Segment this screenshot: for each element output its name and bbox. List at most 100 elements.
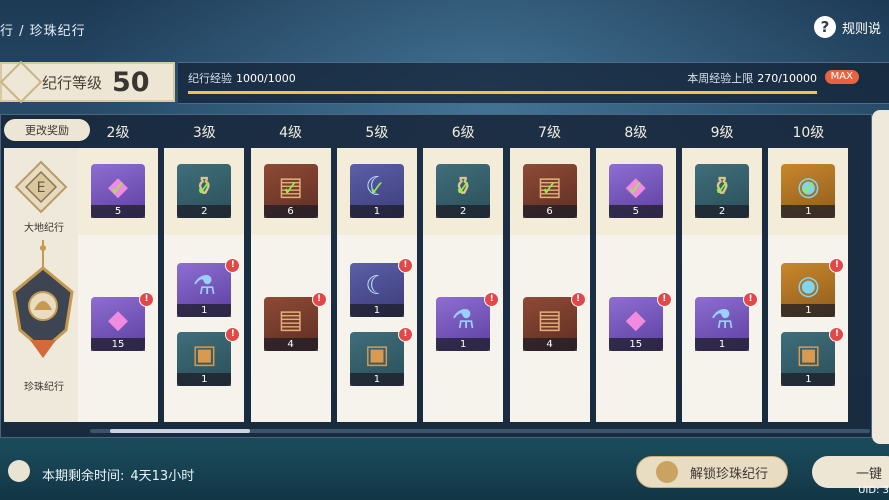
moon-reward-item[interactable]: ☾ ✓ 1	[349, 164, 404, 218]
book-icon: ▤	[537, 305, 562, 335]
claimed-check-icon: ✓	[541, 175, 558, 200]
claimed-check-icon: ✓	[282, 175, 299, 200]
potion-icon: ⚗	[710, 305, 734, 335]
reward-count: 2	[695, 205, 750, 218]
crystal-reward-item[interactable]: ◆ ✓ 5	[91, 164, 145, 218]
book-reward-item[interactable]: ▤ ✓ 6	[522, 164, 577, 218]
claimed-check-icon: ✓	[195, 175, 213, 200]
orb-reward-item[interactable]: ◉ ✓ 1	[781, 164, 836, 218]
new-badge-icon: !	[397, 258, 413, 273]
horizontal-scrollbar-thumb[interactable]	[110, 429, 250, 433]
reward-count: 1	[349, 373, 404, 386]
chest-reward-item[interactable]: ▣ 1	[349, 332, 404, 386]
earth-track-emblem-icon: E	[14, 160, 68, 214]
reward-count: 2	[436, 205, 491, 218]
remaining-time: 本期剩余时间: 4天13小时	[42, 469, 195, 484]
hourglass-icon	[8, 460, 30, 482]
level-emblem-icon	[0, 60, 43, 104]
reward-count: 5	[91, 205, 145, 218]
level-header: 7级	[538, 125, 561, 141]
book-reward-item[interactable]: ▤ 4	[522, 297, 577, 351]
book-icon: ▤	[278, 305, 303, 335]
bottle-reward-item[interactable]: ⚱ ✓ 2	[695, 164, 750, 218]
potion-icon: ⚗	[192, 271, 216, 301]
potion-reward-item[interactable]: ⚗ 1	[695, 297, 750, 351]
crystal-reward-item[interactable]: ◆ 15	[608, 297, 663, 351]
orb-reward-item[interactable]: ◉ 1	[781, 263, 836, 317]
potion-icon: ⚗	[451, 305, 475, 335]
reward-count: 6	[263, 205, 318, 218]
reward-count: 1	[695, 338, 750, 351]
reward-count: 1	[349, 205, 404, 218]
potion-reward-item[interactable]: ⚗ 1	[436, 297, 491, 351]
chest-icon: ▣	[364, 340, 390, 370]
reward-count: 15	[91, 338, 145, 351]
weekly-cap-value: 270/10000	[757, 72, 817, 85]
pass-level-box: 纪行等级 50	[0, 60, 175, 104]
new-badge-icon: !	[311, 292, 327, 307]
breadcrumb: 行 / 珍珠纪行	[0, 24, 86, 39]
claim-all-label: 一键	[856, 466, 883, 482]
track-name-pearl: 珍珠纪行	[24, 382, 64, 393]
potion-reward-item[interactable]: ⚗ 1	[177, 263, 232, 317]
level-value: 50	[112, 66, 150, 98]
crystal-icon: ◆	[108, 305, 128, 335]
level-header: 10级	[792, 125, 825, 141]
level-header: 5级	[365, 125, 389, 141]
moon-icon: ☾	[365, 271, 389, 301]
claim-all-button[interactable]: 一键	[812, 456, 889, 488]
new-badge-icon: !	[139, 292, 154, 307]
new-badge-icon: !	[397, 327, 413, 342]
reward-count: 1	[349, 304, 404, 317]
remaining-time-value: 4天13小时	[130, 469, 195, 484]
level-header: 3级	[192, 125, 216, 141]
right-edge-panel	[872, 110, 889, 444]
reward-count: 1	[177, 373, 232, 386]
reward-count: 2	[177, 205, 232, 218]
new-badge-icon: !	[570, 292, 586, 307]
level-header: 9级	[710, 125, 734, 141]
chest-reward-item[interactable]: ▣ 1	[781, 332, 836, 386]
exp-bar: 纪行经验 1000/1000 本周经验上限 270/10000 MAX	[178, 62, 889, 104]
unlock-pearl-pass-button[interactable]: 解锁珍珠纪行	[636, 456, 788, 488]
pearl-emblem-icon	[655, 461, 678, 483]
top-bar: 行 / 珍珠纪行 ? 规则说	[0, 0, 889, 56]
exp-progress-track	[188, 91, 817, 94]
claimed-check-icon: ✓	[627, 175, 645, 200]
claimed-check-icon: ✓	[109, 175, 127, 200]
chest-reward-item[interactable]: ▣ 1	[177, 332, 232, 386]
claimed-check-icon: ✓	[800, 175, 817, 200]
new-badge-icon: !	[743, 292, 759, 307]
exp-progress-fill	[188, 91, 817, 94]
reward-count: 1	[781, 304, 836, 317]
help-label: 规则说	[841, 21, 881, 37]
orb-icon: ◉	[797, 271, 820, 301]
reward-count: 5	[608, 205, 663, 218]
reward-count: 1	[177, 304, 232, 317]
question-icon: ?	[813, 16, 836, 38]
reward-count: 1	[781, 373, 836, 386]
moon-reward-item[interactable]: ☾ 1	[349, 263, 404, 317]
crystal-reward-item[interactable]: ◆ 15	[91, 297, 145, 351]
weekly-cap-label: 本周经验上限 270/10000	[687, 72, 817, 85]
chest-icon: ▣	[192, 340, 217, 370]
crystal-reward-item[interactable]: ◆ ✓ 5	[608, 164, 663, 218]
book-reward-item[interactable]: ▤ 4	[263, 297, 318, 351]
exp-label: 纪行经验 1000/1000	[188, 72, 296, 85]
bottle-reward-item[interactable]: ⚱ ✓ 2	[177, 164, 232, 218]
level-label: 纪行等级	[42, 73, 103, 92]
bottle-reward-item[interactable]: ⚱ ✓ 2	[436, 164, 491, 218]
crystal-icon: ◆	[625, 305, 646, 335]
reward-count: 4	[522, 338, 577, 351]
exp-value: 1000/1000	[236, 72, 296, 85]
reward-count: 15	[608, 338, 663, 351]
book-reward-item[interactable]: ▤ ✓ 6	[263, 164, 318, 218]
track-name-earth: 大地纪行	[24, 223, 64, 234]
uid-label: UID: 3	[858, 485, 889, 496]
level-header: 6级	[451, 125, 475, 141]
level-header: 2级	[106, 125, 130, 141]
help-button[interactable]: ? 规则说	[813, 16, 881, 38]
reward-count: 6	[522, 205, 577, 218]
reward-count: 1	[781, 205, 836, 218]
reward-count: 4	[263, 338, 318, 351]
